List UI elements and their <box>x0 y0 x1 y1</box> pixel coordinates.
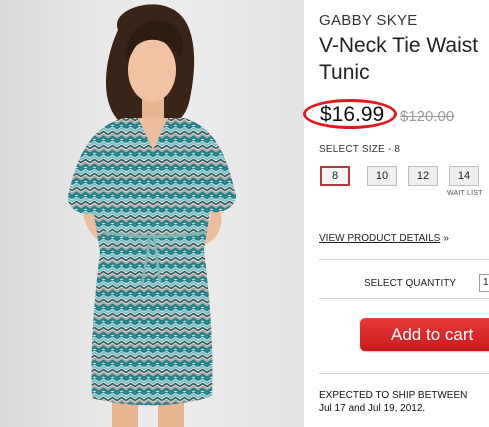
divider <box>319 259 489 260</box>
original-price: $120.00 <box>400 108 455 125</box>
product-photo[interactable] <box>0 0 304 427</box>
chevron-right-icon: » <box>443 233 449 244</box>
divider <box>319 373 489 374</box>
product-title: V-Neck Tie Waist Tunic <box>319 34 479 84</box>
shipping-estimate-heading: EXPECTED TO SHIP BETWEEN <box>319 390 468 401</box>
sale-price: $16.99 <box>320 103 385 126</box>
quantity-label: SELECT QUANTITY <box>364 278 457 289</box>
shipping-estimate-dates: Jul 17 and Jul 19, 2012. <box>319 403 426 414</box>
wait-list-label: WAIT LIST <box>447 190 483 197</box>
size-option-10[interactable]: 10 <box>367 166 397 186</box>
quantity-input[interactable]: 1 <box>479 274 489 292</box>
size-option-14[interactable]: 14 <box>449 166 479 186</box>
size-selector-label: SELECT SIZE - 8 <box>319 144 401 155</box>
divider <box>319 298 489 299</box>
size-option-12[interactable]: 12 <box>408 166 438 186</box>
size-option-8[interactable]: 8 <box>320 166 350 186</box>
add-to-cart-button[interactable]: Add to cart <box>360 318 489 351</box>
view-product-details-link[interactable]: VIEW PRODUCT DETAILS» <box>319 233 449 244</box>
shipping-estimate: EXPECTED TO SHIP BETWEEN Jul 17 and Jul … <box>319 389 489 415</box>
model-wearing-tunic-image <box>67 4 236 427</box>
details-link-text: VIEW PRODUCT DETAILS <box>319 233 441 244</box>
brand-name: GABBY SKYE <box>319 12 418 29</box>
